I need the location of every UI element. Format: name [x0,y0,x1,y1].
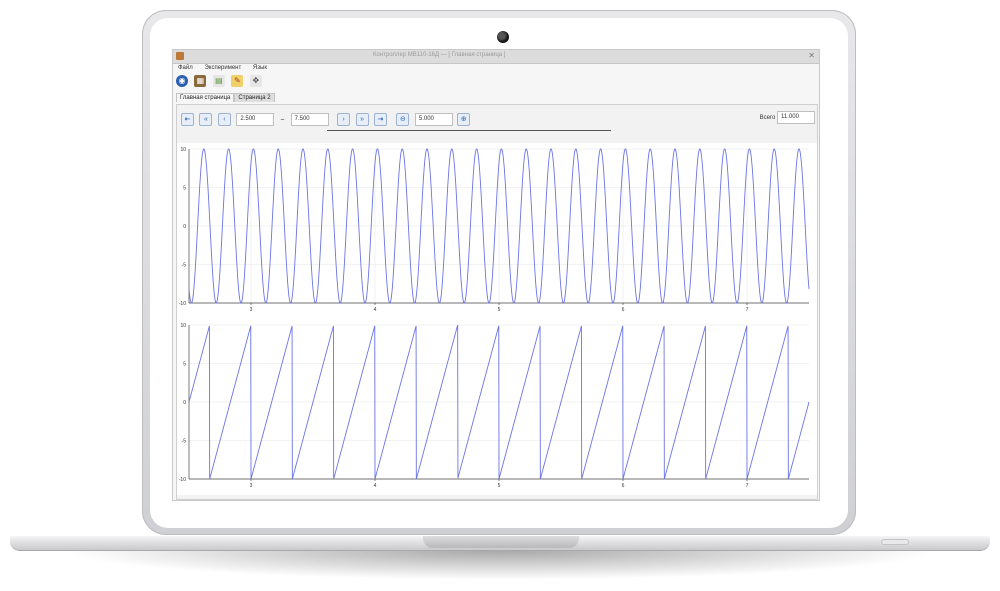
zoom-in-icon[interactable]: ⊕ [457,113,471,127]
app-logo-icon[interactable]: ◉ [176,75,188,87]
settings-icon[interactable]: ✥ [249,75,262,87]
x-tick-label: 5 [498,307,501,313]
x-tick-label: 6 [622,307,625,313]
menu-experiment[interactable]: Эксперимент [204,65,241,71]
tab-page-2[interactable]: Страница 2 [234,93,275,102]
sine-chart: 10 5 0 -5 -10 3 4 5 6 7 [177,143,817,319]
range-end-input[interactable]: 7.500 [290,113,329,127]
menu-language[interactable]: Язык [253,65,267,71]
total-value: 11.000 [777,111,815,124]
total-group: Всего 11.000 [760,111,815,124]
x-tick-label: 7 [746,307,749,313]
y-tick-label: 10 [180,147,186,153]
x-tick-label: 7 [746,483,749,489]
brush-icon[interactable]: ✎ [231,75,244,87]
time-scrollbar[interactable] [327,130,611,131]
range-start-input[interactable]: 2.500 [236,113,275,127]
webcam-icon [497,31,509,43]
x-tick-label: 3 [250,307,253,313]
x-tick-label: 3 [250,483,253,489]
zoom-input[interactable]: 5.000 [414,113,453,127]
x-tick-label: 4 [374,307,377,313]
y-tick-label: -5 [182,439,187,445]
tab-main-page[interactable]: Главная страница [176,93,235,102]
menu-file[interactable]: Файл [178,65,193,71]
y-tick-label: 5 [183,362,186,368]
window-title: Контроллер МВ110-16Д — [ Главная страниц… [373,52,506,58]
x-tick-label: 4 [374,483,377,489]
total-label: Всего [759,115,776,122]
document-icon[interactable]: ▤ [212,75,225,87]
toolbar: ◉ ▦ ▤ ✎ ✥ [176,75,264,91]
tab-bar: Главная страница Страница 2 [176,93,275,104]
y-tick-label: 10 [180,323,186,329]
jump-start-icon[interactable]: ⇤ [181,113,194,127]
menu-bar: Файл Эксперимент Язык [173,63,819,74]
step-forward-icon[interactable]: › [337,113,351,127]
app-window: Контроллер МВ110-16Д — [ Главная страниц… [172,49,820,501]
x-tick-label: 6 [622,483,625,489]
window-titlebar[interactable]: Контроллер МВ110-16Д — [ Главная страниц… [173,50,819,64]
fast-back-icon[interactable]: « [199,113,213,127]
y-tick-label: 5 [183,186,186,192]
laptop-status-led [882,540,908,544]
fast-forward-icon[interactable]: » [355,113,369,127]
range-separator: – [280,116,285,123]
y-tick-label: -10 [179,301,186,307]
sawtooth-chart: 10 5 0 -5 -10 3 4 5 6 7 [177,319,817,495]
y-tick-label: -10 [179,477,186,483]
navigation-bar: ⇤ « ‹ 2.500 – 7.500 › » ⇥ ⊖ 5.000 ⊕ [181,111,471,127]
zoom-out-icon[interactable]: ⊖ [396,113,410,127]
x-tick-label: 5 [498,483,501,489]
page-2-panel: ⇤ « ‹ 2.500 – 7.500 › » ⇥ ⊖ 5.000 ⊕ Всег… [176,104,818,500]
close-icon[interactable]: ✕ [808,51,815,60]
laptop-shadow [60,550,940,580]
laptop-hinge-notch [423,536,579,548]
jump-end-icon[interactable]: ⇥ [373,113,387,127]
y-tick-label: 0 [183,224,186,230]
calendar-icon[interactable]: ▦ [194,75,207,87]
y-tick-label: -5 [182,263,187,269]
step-back-icon[interactable]: ‹ [217,113,231,127]
app-icon [176,52,184,60]
y-tick-label: 0 [183,400,186,406]
